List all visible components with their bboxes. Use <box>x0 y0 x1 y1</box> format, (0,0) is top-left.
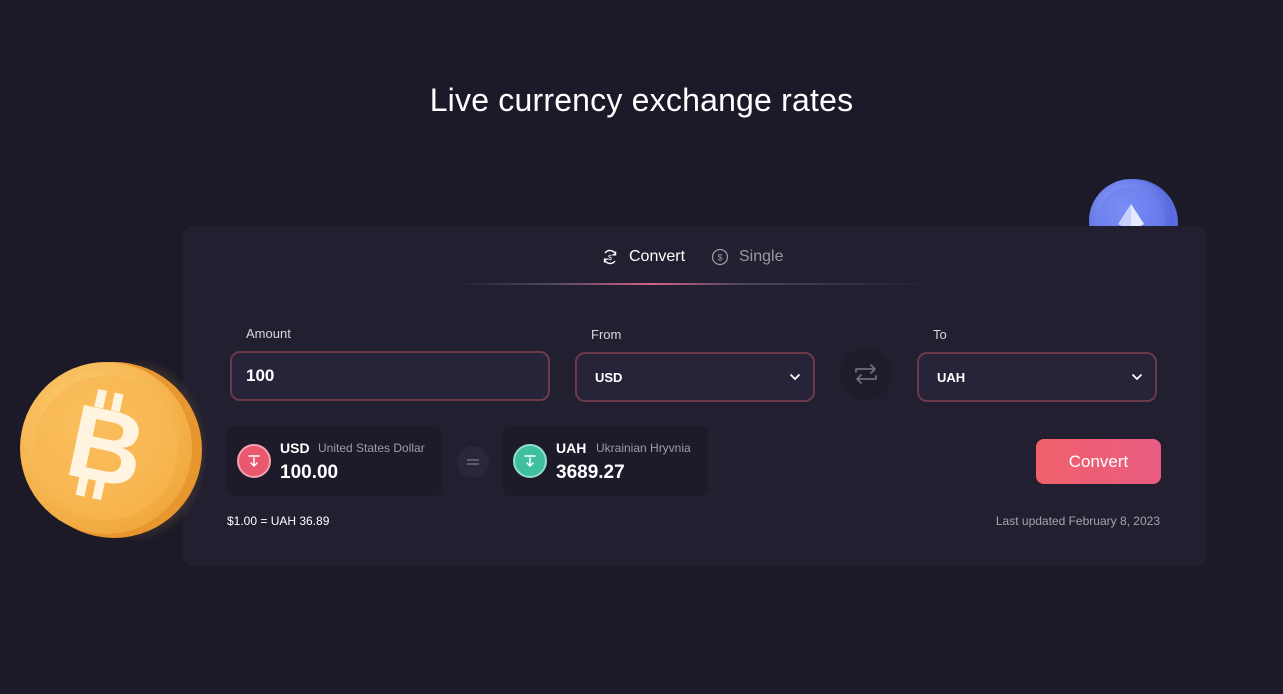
amount-label: Amount <box>246 326 291 341</box>
converter-card: $ Convert $ Single Amount From USD To UA… <box>183 226 1206 566</box>
equals-icon <box>457 446 489 478</box>
last-updated-text: Last updated February 8, 2023 <box>995 514 1160 528</box>
tab-convert-label: Convert <box>629 248 686 265</box>
arrow-down-icon <box>248 455 260 468</box>
tab-single[interactable]: $ Single <box>711 248 783 266</box>
to-currency-name: Ukrainian Hryvnia <box>596 441 691 455</box>
from-amount: 100.00 <box>280 462 339 483</box>
to-currency-badge <box>513 444 547 478</box>
svg-text:$: $ <box>608 255 612 262</box>
from-currency-value: USD <box>595 369 623 385</box>
convert-button[interactable]: Convert <box>1036 439 1161 484</box>
to-label: To <box>933 327 947 342</box>
page-title: Live currency exchange rates <box>429 82 854 118</box>
from-result-card: USD United States Dollar 100.00 <box>227 426 442 496</box>
tab-underline <box>453 283 933 285</box>
chevron-down-icon <box>789 373 801 381</box>
from-currency-badge <box>237 444 271 478</box>
tab-single-label: Single <box>739 248 784 265</box>
swap-arrows-icon <box>855 364 877 384</box>
convert-cycle-icon: $ <box>603 249 617 265</box>
from-currency-name: United States Dollar <box>318 441 425 455</box>
dollar-circle-icon: $ <box>711 248 729 266</box>
to-amount: 3689.27 <box>556 462 625 483</box>
to-result-card: UAH Ukrainian Hryvnia 3689.27 <box>503 426 708 496</box>
to-currency-select[interactable]: UAH <box>917 352 1157 402</box>
bitcoin-coin-icon: B <box>20 358 208 542</box>
swap-currencies-button[interactable] <box>840 348 892 400</box>
from-currency-select[interactable]: USD <box>575 352 815 402</box>
from-label: From <box>591 327 622 342</box>
amount-input[interactable] <box>232 353 548 399</box>
from-currency-code: USD <box>280 440 310 456</box>
to-currency-value: UAH <box>937 369 966 385</box>
to-currency-code: UAH <box>556 440 587 456</box>
tab-convert[interactable]: $ Convert <box>601 248 685 266</box>
svg-text:$: $ <box>717 253 722 263</box>
amount-field-wrapper <box>230 351 550 401</box>
arrow-down-icon <box>524 455 536 468</box>
chevron-down-icon <box>1131 373 1143 381</box>
exchange-rate-text: $1.00 = UAH 36.89 <box>227 514 330 528</box>
tab-bar: $ Convert $ Single <box>183 248 1206 288</box>
